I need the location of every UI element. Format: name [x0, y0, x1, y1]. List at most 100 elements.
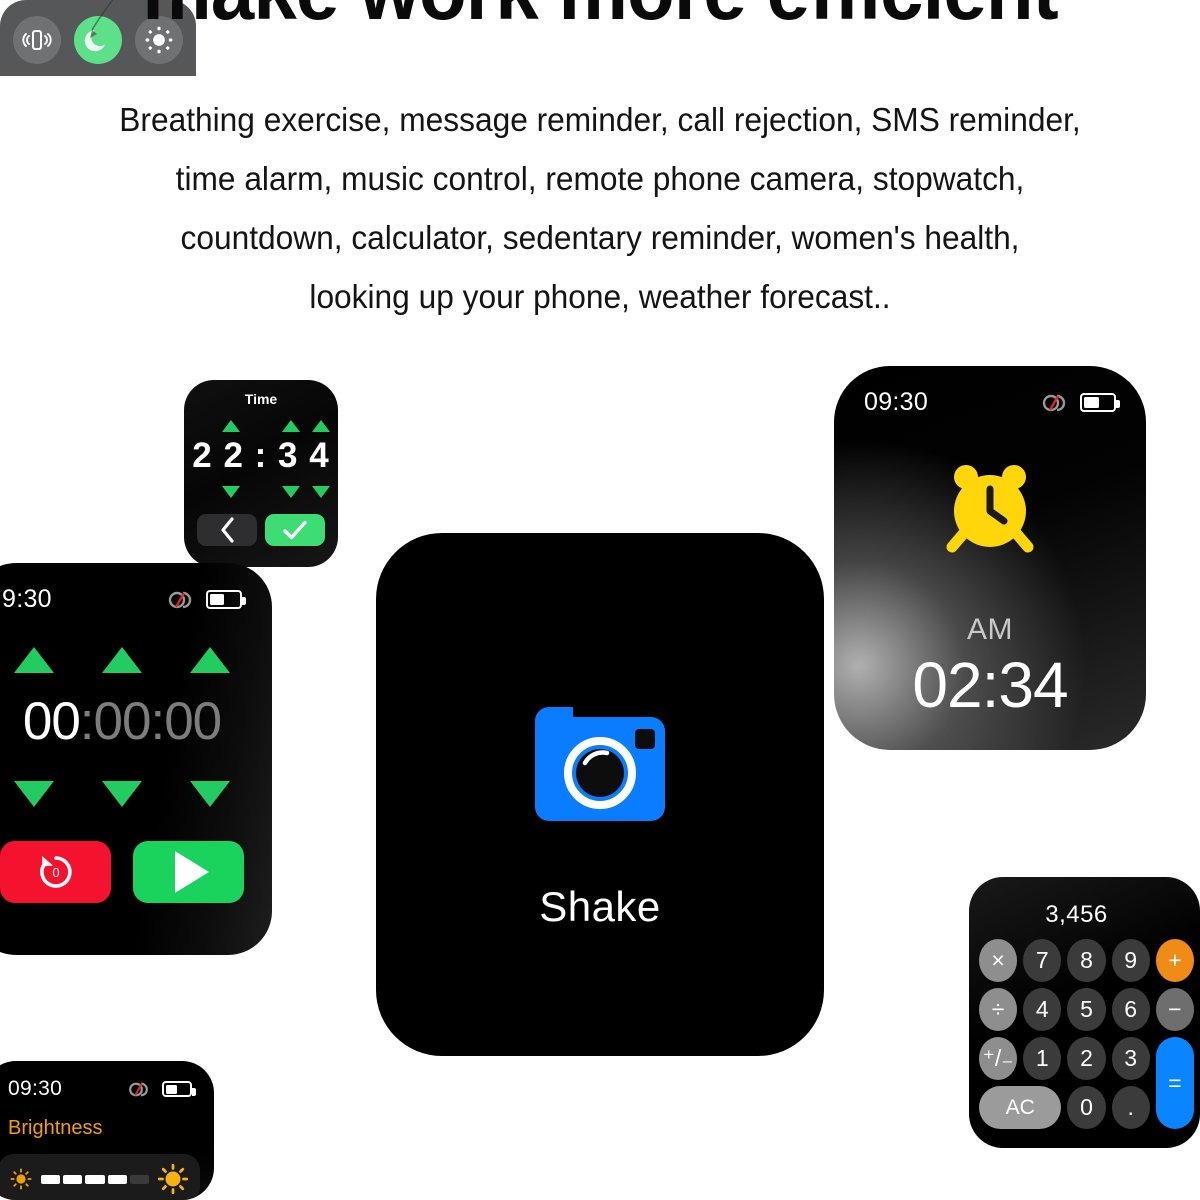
calc-key-6[interactable]: 6: [1111, 988, 1150, 1031]
calc-key-5[interactable]: 5: [1067, 988, 1106, 1031]
alarm-watch-card[interactable]: 09:30 AM 02:34: [834, 366, 1146, 750]
slot-blank: [246, 420, 276, 432]
brightness-segment[interactable]: [107, 1174, 127, 1184]
battery-half-icon: [162, 1081, 196, 1097]
time-picker-watch-card[interactable]: Time 2 2 : 3 4: [184, 380, 338, 567]
status-icons: [165, 590, 246, 610]
timer-minutes-down-button[interactable]: [94, 781, 150, 807]
minute-ones-down-button[interactable]: [306, 486, 336, 498]
timer-actions: 0: [0, 841, 272, 903]
play-icon: [174, 851, 209, 893]
reset-button[interactable]: 0: [0, 841, 111, 903]
timer-seconds-up-button[interactable]: [182, 647, 238, 673]
confirm-button[interactable]: [265, 514, 325, 546]
battery-half-icon: [206, 590, 246, 609]
calc-key-all-clear[interactable]: AC: [979, 1086, 1062, 1129]
bluetooth-disconnected-icon: [129, 1082, 148, 1096]
timer-seconds-down-button[interactable]: [182, 781, 238, 807]
slot-blank: [246, 486, 276, 498]
feature-line: looking up your phone, weather forecast.…: [309, 278, 891, 315]
timer-down-arrows: [0, 781, 272, 807]
triangle-down-icon: [222, 486, 240, 498]
timer-digits: 00:00:00: [0, 695, 272, 748]
calc-key-8[interactable]: 8: [1067, 939, 1106, 982]
calc-key-equals[interactable]: =: [1155, 1037, 1194, 1129]
calculator-watch-card[interactable]: 3,456 × 7 8 9 + ÷ 4 5 6− ⁺/₋ 1 2 3 = AC 0.: [969, 877, 1200, 1148]
timer-hours-up-button[interactable]: [6, 647, 62, 673]
time-picker-up-arrows: [184, 420, 338, 432]
brightness-watch-card[interactable]: 09:30 Brightness: [0, 1061, 214, 1200]
calc-key-4[interactable]: 4: [1023, 988, 1062, 1031]
calc-key-minus[interactable]: −: [1155, 988, 1194, 1031]
status-icons: [126, 1081, 196, 1098]
triangle-down-icon: [190, 781, 230, 807]
pencil-stroke-icon: [90, 0, 114, 38]
poster-canvas: make work more efficient Breathing exerc…: [0, 0, 1200, 1200]
timer-hours-down-button[interactable]: [6, 781, 62, 807]
status-bar: 09:30: [834, 366, 1146, 417]
status-bar: 9:30: [0, 563, 272, 614]
brightness-segment[interactable]: [85, 1174, 105, 1184]
triangle-up-icon: [282, 420, 300, 432]
calc-key-7[interactable]: 7: [1023, 939, 1062, 982]
calc-key-1[interactable]: 1: [1023, 1037, 1062, 1080]
timer-minutes-up-button[interactable]: [94, 647, 150, 673]
alarm-meridiem: AM: [967, 613, 1013, 646]
time-picker-actions: [184, 514, 338, 546]
shake-label: Shake: [539, 883, 661, 930]
calculator-keypad[interactable]: × 7 8 9 + ÷ 4 5 6− ⁺/₋ 1 2 3 = AC 0.: [969, 929, 1200, 1137]
calc-key-3[interactable]: 3: [1111, 1037, 1150, 1080]
battery-half-icon: [1080, 393, 1120, 412]
countdown-timer-watch-card[interactable]: 9:30 00:00:00 0: [0, 563, 272, 955]
triangle-down-icon: [282, 486, 300, 498]
slot-blank: [186, 420, 216, 432]
minute-tens-up-button[interactable]: [276, 420, 306, 432]
triangle-down-icon: [14, 781, 54, 807]
status-time: 09:30: [864, 388, 929, 416]
triangle-up-icon: [190, 647, 230, 673]
back-button[interactable]: [197, 514, 257, 546]
calc-key-multiply[interactable]: ×: [979, 939, 1018, 982]
hour-down-button[interactable]: [216, 486, 246, 498]
time-picker-digits: 2 2 : 3 4: [192, 436, 330, 475]
check-icon: [283, 520, 307, 540]
brightness-title: Brightness: [8, 1117, 103, 1139]
calc-key-plus-minus[interactable]: ⁺/₋: [979, 1037, 1018, 1080]
time-picker-down-arrows: [184, 486, 338, 498]
minute-ones-up-button[interactable]: [306, 420, 336, 432]
calc-key-9[interactable]: 9: [1111, 939, 1150, 982]
calc-key-decimal[interactable]: .: [1111, 1086, 1150, 1129]
brightness-segment[interactable]: [41, 1174, 61, 1184]
calc-key-plus[interactable]: +: [1155, 939, 1194, 982]
feature-line: time alarm, music control, remote phone …: [175, 160, 1025, 197]
alarm-time: 02:34: [912, 649, 1068, 721]
sun-large-icon: [158, 1164, 188, 1194]
minute-tens-down-button[interactable]: [276, 486, 306, 498]
status-time: 9:30: [2, 585, 52, 613]
triangle-up-icon: [222, 420, 240, 432]
hour-up-button[interactable]: [216, 420, 246, 432]
start-button[interactable]: [133, 841, 244, 903]
brightness-track[interactable]: [41, 1174, 150, 1184]
calc-key-divide[interactable]: ÷: [979, 988, 1018, 1031]
status-bar: 09:30: [0, 1061, 214, 1101]
timer-digits-rest: :00:00: [79, 692, 222, 751]
reset-zero-icon: 0: [39, 856, 72, 888]
page-title: make work more efficient: [42, 0, 1158, 32]
calc-key-2[interactable]: 2: [1067, 1037, 1106, 1080]
calc-key-0[interactable]: 0: [1067, 1086, 1106, 1129]
bluetooth-disconnected-icon: [168, 591, 192, 608]
chevron-left-icon: [220, 517, 234, 543]
remote-camera-watch-card[interactable]: Shake: [376, 533, 824, 1056]
brightness-segment[interactable]: [63, 1174, 83, 1184]
feature-line: countdown, calculator, sedentary reminde…: [180, 219, 1020, 256]
triangle-up-icon: [102, 647, 142, 673]
bluetooth-disconnected-icon: [1042, 394, 1066, 411]
brightness-segment[interactable]: [129, 1174, 150, 1184]
camera-icon: [535, 707, 665, 821]
feature-line: Breathing exercise, message reminder, ca…: [119, 101, 1081, 138]
brightness-slider[interactable]: [0, 1154, 200, 1200]
status-time: 09:30: [8, 1077, 63, 1100]
sun-small-icon: [10, 1168, 32, 1190]
timer-digits-active: 00: [22, 692, 81, 751]
